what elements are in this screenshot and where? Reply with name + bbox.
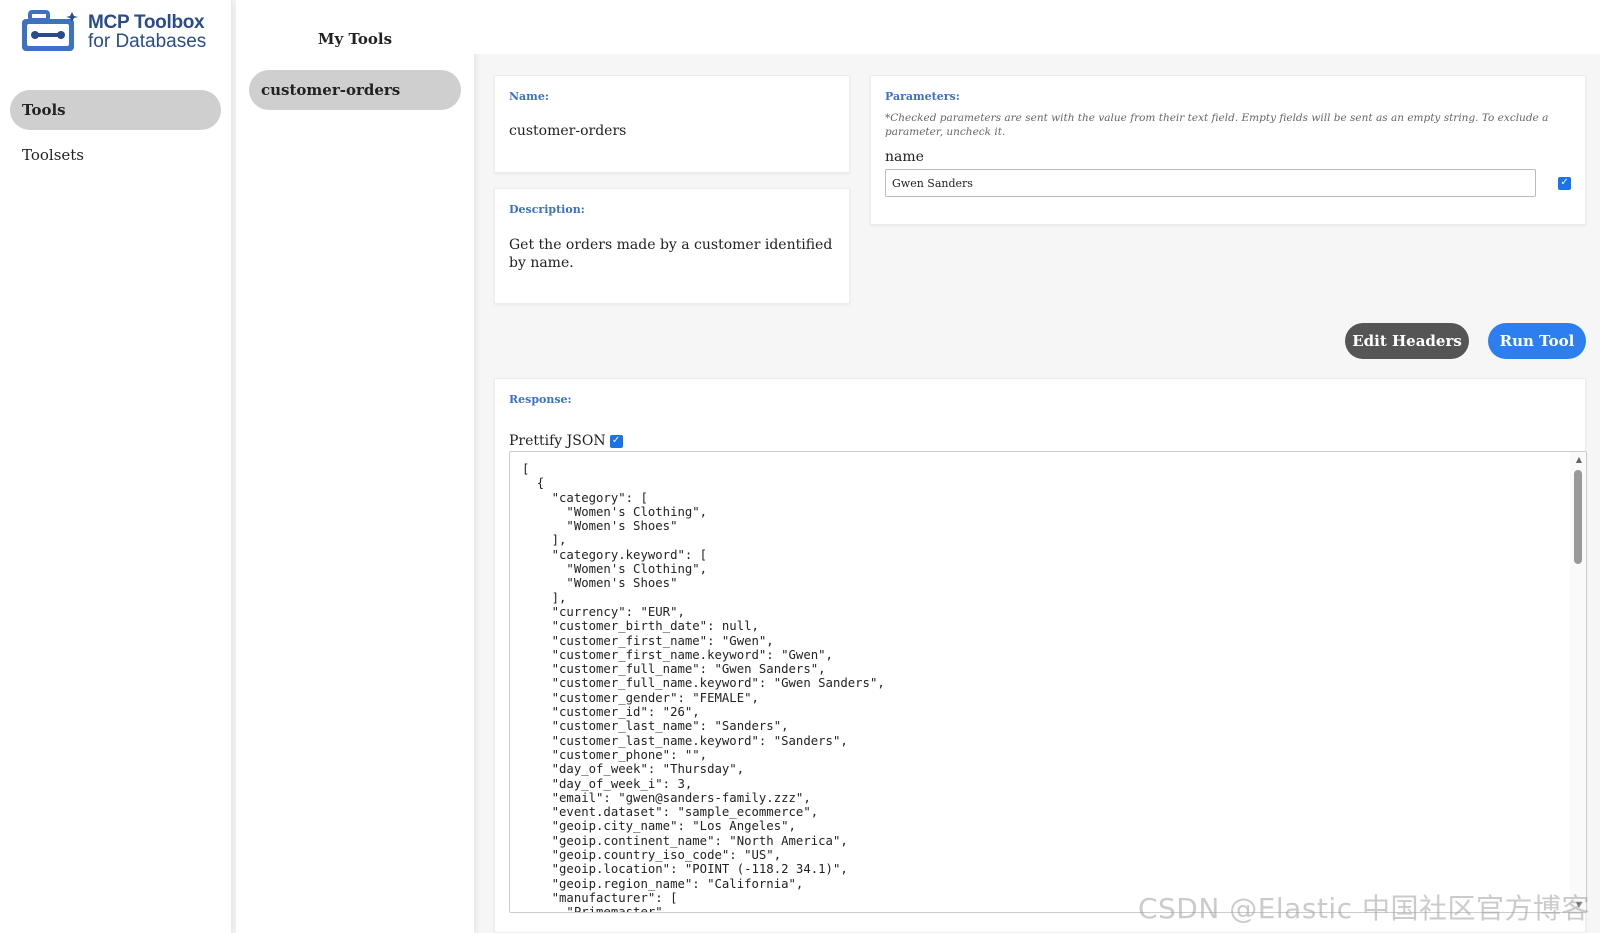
response-json-viewer[interactable]: [ { "category": [ "Women's Clothing", "W… xyxy=(509,451,1587,913)
param-row: ✓ xyxy=(885,169,1571,197)
logo-text: MCP Toolbox for Databases xyxy=(88,13,206,51)
sidebar-item-toolsets[interactable]: Toolsets xyxy=(10,135,221,175)
param-name-input[interactable] xyxy=(885,169,1537,197)
parameters-card: Parameters: *Checked parameters are sent… xyxy=(870,75,1586,225)
parameters-note: *Checked parameters are sent with the va… xyxy=(885,112,1549,138)
run-tool-button[interactable]: Run Tool xyxy=(1488,323,1586,359)
logo-title: MCP Toolbox xyxy=(88,12,205,33)
tools-list-title: My Tools xyxy=(317,30,393,48)
sidebar: MCP Toolbox for Databases Tools Toolsets xyxy=(0,0,231,933)
logo-subtitle: for Databases xyxy=(88,31,207,52)
scrollbar-thumb[interactable] xyxy=(1574,470,1582,564)
top-bar xyxy=(474,0,1600,54)
tools-list-panel: My Tools customer-orders xyxy=(236,0,474,933)
app-logo[interactable]: MCP Toolbox for Databases xyxy=(20,10,206,54)
edit-headers-button[interactable]: Edit Headers xyxy=(1345,323,1469,359)
sidebar-item-tools[interactable]: Tools xyxy=(10,90,221,130)
parameters-label: Parameters: xyxy=(885,90,960,103)
description-label: Description: xyxy=(509,203,585,216)
name-label: Name: xyxy=(509,90,549,103)
prettify-json-label: Prettify JSON xyxy=(509,433,606,449)
json-scrollbar[interactable]: ▲ ▼ xyxy=(1570,452,1586,912)
param-name-label: name xyxy=(885,149,924,165)
scroll-up-arrow-icon[interactable]: ▲ xyxy=(1576,455,1582,464)
tool-item-customer-orders[interactable]: customer-orders xyxy=(249,70,461,110)
response-card: Response: Prettify JSON ✓ [ { "category"… xyxy=(494,378,1587,933)
toolbox-logo-icon xyxy=(20,10,78,54)
response-label: Response: xyxy=(509,393,572,406)
tool-name-card: Name: customer-orders xyxy=(494,75,850,173)
prettify-json-checkbox[interactable]: ✓ xyxy=(609,434,623,448)
prettify-json-toggle[interactable]: Prettify JSON ✓ xyxy=(509,433,623,449)
tool-description-card: Description: Get the orders made by a cu… xyxy=(494,188,850,304)
param-include-checkbox[interactable]: ✓ xyxy=(1558,176,1571,190)
watermark: CSDN @Elastic 中国社区官方博客 xyxy=(1137,892,1590,925)
tool-name-value: customer-orders xyxy=(509,123,627,139)
tool-description-value: Get the orders made by a customer identi… xyxy=(509,237,833,271)
response-json-text: [ { "category": [ "Women's Clothing", "W… xyxy=(522,462,885,913)
